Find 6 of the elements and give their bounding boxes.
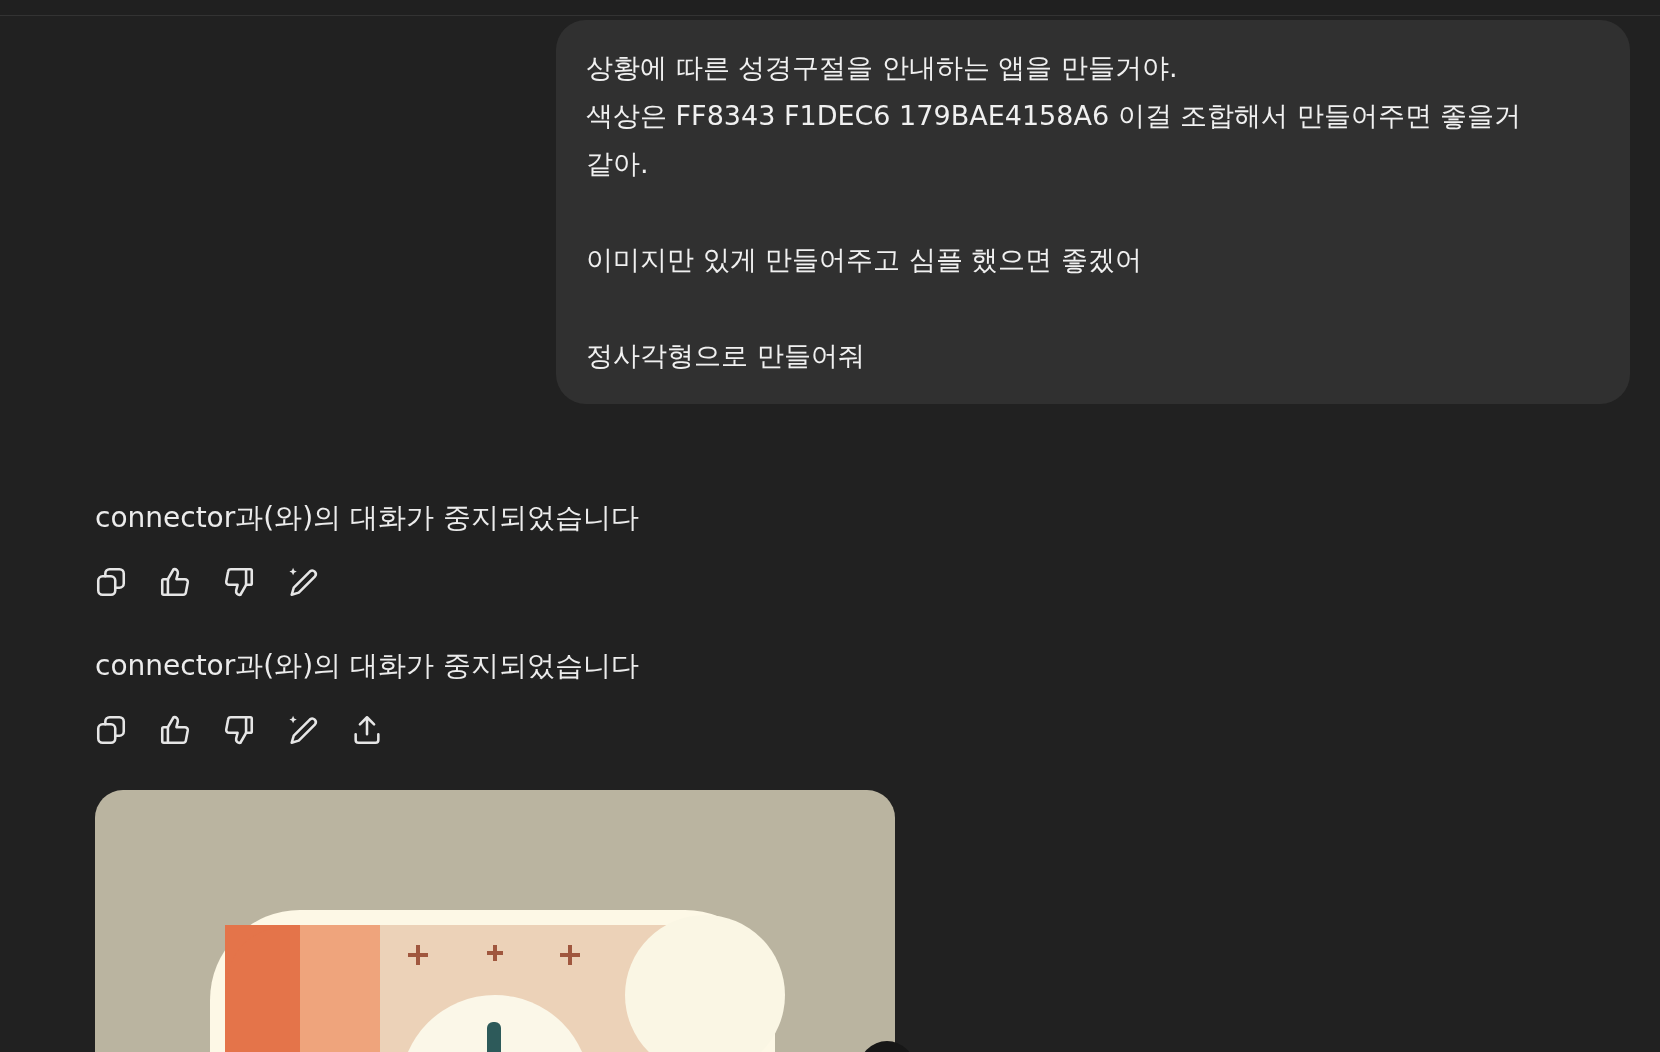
assistant-message: connector과(와)의 대화가 중지되었습니다: [95, 500, 640, 536]
assistant-message: connector과(와)의 대화가 중지되었습니다: [95, 648, 640, 684]
message-line: 색상은 FF8343 F1DEC6 179BAE4158A6 이걸 조합해서 만들어주면 좋을거 같아.: [586, 99, 1523, 181]
message-line: 상황에 따른 성경구절을 안내하는 앱을 만들거야.: [586, 51, 1179, 85]
message-line: 정사각형으로 만들어줘: [586, 339, 866, 373]
message-line: 이미지만 있게 만들어주고 심플 했으면 좋겠어: [586, 243, 1143, 277]
